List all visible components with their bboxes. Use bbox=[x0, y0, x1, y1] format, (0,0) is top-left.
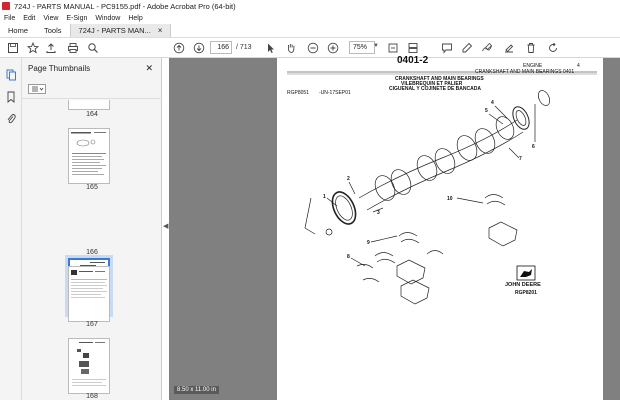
bookmark-icon[interactable] bbox=[4, 90, 18, 104]
page-down-icon[interactable] bbox=[192, 41, 206, 55]
upload-icon[interactable] bbox=[44, 41, 58, 55]
tab-bar: Home Tools 724J - PARTS MAN... × bbox=[0, 24, 620, 38]
page-thumbnail[interactable] bbox=[68, 128, 110, 184]
section-number: 0401-2 bbox=[397, 55, 429, 66]
tab-document[interactable]: 724J - PARTS MAN... × bbox=[69, 24, 172, 37]
window-title: 724J - PARTS MANUAL - PC9155.pdf - Adobe… bbox=[14, 1, 236, 11]
callout-5: 5 bbox=[485, 108, 488, 114]
callout-7: 7 bbox=[519, 156, 522, 162]
chevron-down-icon[interactable]: ▼ bbox=[373, 43, 379, 49]
menu-esign[interactable]: E-Sign bbox=[66, 15, 87, 22]
draw-icon[interactable] bbox=[480, 41, 494, 55]
serial-number: -UN-17SEP01 bbox=[319, 90, 351, 96]
divider bbox=[22, 98, 162, 99]
fit-page-icon[interactable] bbox=[386, 41, 400, 55]
callout-10: 10 bbox=[447, 196, 453, 202]
callout-2: 2 bbox=[347, 176, 350, 182]
zoom-out-icon[interactable] bbox=[306, 41, 320, 55]
brand-name: JOHN DEERE bbox=[505, 282, 541, 288]
menu-help[interactable]: Help bbox=[128, 15, 142, 22]
callout-3: 3 bbox=[377, 210, 380, 216]
page-thumbnail[interactable] bbox=[68, 338, 110, 394]
page-display-icon[interactable] bbox=[406, 41, 420, 55]
fill-sign-icon[interactable] bbox=[502, 41, 516, 55]
menu-bar: File Edit View E-Sign Window Help bbox=[0, 12, 620, 24]
menu-edit[interactable]: Edit bbox=[23, 15, 35, 22]
john-deere-logo-icon bbox=[516, 265, 536, 281]
zoom-in-icon[interactable] bbox=[326, 41, 340, 55]
thumbnail-label: 168 bbox=[86, 393, 98, 400]
hand-tool-icon[interactable] bbox=[284, 41, 298, 55]
pane-title: Page Thumbnails bbox=[28, 63, 91, 73]
title-bar: 724J - PARTS MANUAL - PC9155.pdf - Adobe… bbox=[0, 0, 620, 12]
comment-icon[interactable] bbox=[440, 41, 454, 55]
thumbnail-options-button[interactable] bbox=[28, 84, 46, 94]
navigation-pane-bar bbox=[0, 58, 22, 400]
figure-id: RGP8201 bbox=[515, 290, 537, 296]
select-cursor-icon[interactable] bbox=[264, 41, 278, 55]
toolbar: 166 / 713 75% ▼ bbox=[0, 38, 620, 58]
highlight-pen-icon[interactable] bbox=[460, 41, 474, 55]
close-icon[interactable]: ✕ bbox=[145, 63, 153, 74]
acrobat-icon bbox=[2, 2, 10, 10]
rotate-icon[interactable] bbox=[546, 41, 560, 55]
pane-header: Page Thumbnails ✕ bbox=[22, 58, 161, 78]
page-size-badge: 8.50 x 11.00 in bbox=[174, 386, 219, 394]
page-thumbnail[interactable] bbox=[68, 266, 110, 322]
page-up-icon[interactable] bbox=[172, 41, 186, 55]
pdf-page[interactable]: ENGINE 4 0401-2 CRANKSHAFT AND MAIN BEAR… bbox=[277, 55, 603, 400]
page-thumbnail[interactable] bbox=[68, 100, 110, 110]
title-es: CIGUENAL Y COJINETE DE BANCADA bbox=[389, 86, 481, 92]
delete-icon[interactable] bbox=[524, 41, 538, 55]
thumbnail-label: 164 bbox=[86, 111, 98, 118]
page-thumbnails-icon[interactable] bbox=[4, 68, 18, 82]
tab-home[interactable]: Home bbox=[0, 24, 36, 37]
callout-8: 8 bbox=[347, 254, 350, 260]
engine-number: 4 bbox=[577, 63, 580, 69]
menu-window[interactable]: Window bbox=[95, 15, 120, 22]
tab-tools[interactable]: Tools bbox=[36, 24, 70, 37]
callout-4: 4 bbox=[491, 100, 494, 106]
attachment-icon[interactable] bbox=[4, 112, 18, 126]
menu-file[interactable]: File bbox=[4, 15, 15, 22]
tab-document-label: 724J - PARTS MAN... bbox=[78, 26, 151, 35]
callout-9: 9 bbox=[367, 240, 370, 246]
close-icon[interactable]: × bbox=[158, 26, 163, 35]
zoom-level-input[interactable]: 75% bbox=[349, 41, 375, 54]
page-number-input[interactable]: 166 bbox=[210, 41, 232, 54]
menu-view[interactable]: View bbox=[43, 15, 58, 22]
thumbnail-label: 166 bbox=[86, 249, 98, 256]
thumbnail-label: 167 bbox=[86, 321, 98, 328]
thumbnail-label: 165 bbox=[86, 184, 98, 191]
thumbnails-pane: Page Thumbnails ✕ 164 165 166 167 168 bbox=[22, 58, 179, 400]
save-icon[interactable] bbox=[6, 41, 20, 55]
print-icon[interactable] bbox=[66, 41, 80, 55]
callout-1: 1 bbox=[323, 194, 326, 200]
doc-id: RGP8051 bbox=[287, 90, 309, 96]
search-icon[interactable] bbox=[86, 41, 100, 55]
callout-6: 6 bbox=[532, 144, 535, 150]
pdf-page-content bbox=[287, 71, 597, 305]
star-icon[interactable] bbox=[26, 41, 40, 55]
section-header: CRANKSHAFT AND MAIN BEARINGS 0401 bbox=[475, 69, 575, 75]
page-total: / 713 bbox=[236, 44, 252, 51]
